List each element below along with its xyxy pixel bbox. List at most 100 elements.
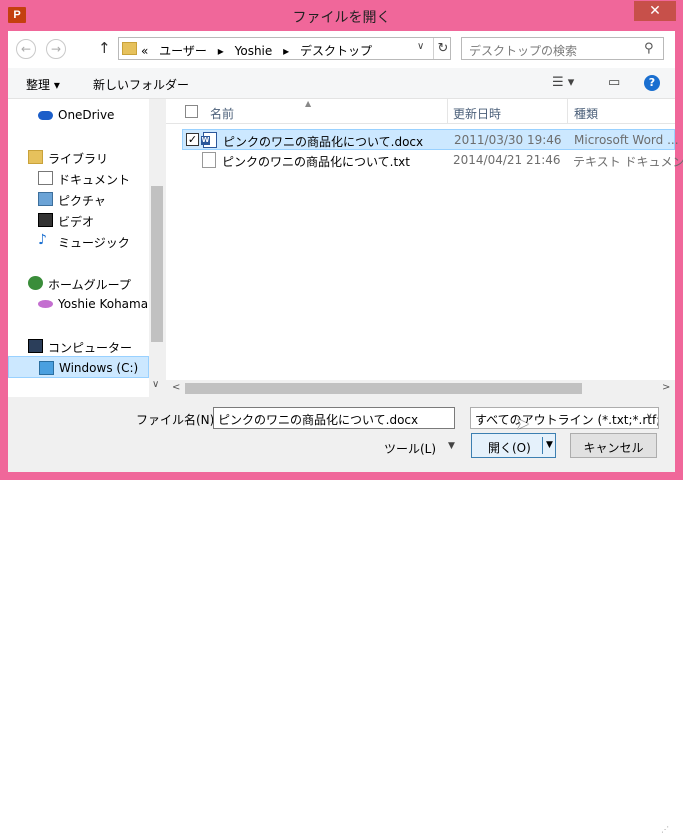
- breadcrumb-yoshie[interactable]: Yoshie: [235, 44, 273, 58]
- homegroup-icon: [28, 276, 43, 290]
- title-bar[interactable]: P ファイルを開く ✕: [0, 0, 683, 31]
- picture-icon: [38, 192, 53, 206]
- breadcrumb-separator[interactable]: ▸: [218, 44, 224, 58]
- preview-pane-icon[interactable]: ▭: [608, 75, 620, 90]
- close-button[interactable]: ✕: [634, 1, 676, 21]
- scroll-left-icon[interactable]: <: [172, 382, 180, 393]
- sidebar-item-label: Yoshie Kohama: [58, 297, 149, 311]
- file-date: 2011/03/30 19:46: [454, 133, 562, 147]
- column-divider[interactable]: [567, 99, 568, 124]
- scrollbar-thumb[interactable]: [185, 383, 582, 394]
- search-input[interactable]: デスクトップの検索: [469, 42, 577, 59]
- sidebar-item-label: ピクチャ: [58, 194, 106, 208]
- cloud-icon: [38, 111, 53, 120]
- sidebar-item-computer[interactable]: コンピューター: [8, 335, 149, 357]
- file-date: 2014/04/21 21:46: [453, 153, 561, 167]
- computer-icon: [28, 339, 43, 353]
- sidebar-item-user[interactable]: Yoshie Kohama: [8, 293, 149, 315]
- split-divider: [542, 437, 543, 454]
- sidebar-item-label: コンピューター: [48, 341, 133, 355]
- cancel-button-label: キャンセル: [583, 441, 644, 455]
- text-document-icon: [202, 152, 216, 168]
- column-divider[interactable]: [447, 99, 448, 124]
- help-icon[interactable]: ?: [644, 75, 660, 91]
- file-list: ▲ 名前 更新日時 種類 ✓ ピンクのワニの商品化について.docx 2011/…: [166, 99, 683, 397]
- organize-button[interactable]: 整理 ▾: [26, 76, 60, 93]
- sidebar-scrollbar[interactable]: ∨: [149, 99, 165, 397]
- refresh-button[interactable]: ↻: [433, 38, 452, 59]
- row-checkbox[interactable]: ✓: [186, 133, 199, 146]
- file-name: ピンクのワニの商品化について.docx: [223, 135, 424, 149]
- tools-button[interactable]: ツール(L): [384, 440, 436, 457]
- view-options-icon[interactable]: ☰ ▾: [552, 75, 574, 90]
- column-type[interactable]: 種類: [574, 105, 598, 122]
- sidebar-item-homegroup[interactable]: ホームグループ: [8, 272, 149, 294]
- file-open-dialog: P ファイルを開く ✕ ← → ↑ « ユーザー ▸ Yoshie ▸ デスクト…: [0, 0, 683, 834]
- open-button[interactable]: 開く(O) ▼: [471, 433, 556, 458]
- navigation-pane: OneDrive ライブラリ ドキュメント ピクチャ ビデオ ♪ ミュージック: [8, 99, 165, 397]
- resize-grip-icon[interactable]: ⋰: [661, 825, 669, 834]
- sidebar-item-music[interactable]: ♪ ミュージック: [8, 230, 149, 252]
- sidebar-item-onedrive[interactable]: OneDrive: [8, 104, 149, 126]
- dialog-body: ← → ↑ « ユーザー ▸ Yoshie ▸ デスクトップ ∨ ↻ デスクトッ…: [8, 31, 683, 834]
- library-icon: [28, 150, 43, 164]
- breadcrumb-desktop[interactable]: デスクトップ: [300, 44, 372, 58]
- sidebar-item-label: OneDrive: [58, 108, 115, 122]
- word-document-icon: [201, 132, 217, 148]
- scroll-right-icon[interactable]: >: [662, 382, 670, 393]
- sidebar-item-documents[interactable]: ドキュメント: [8, 167, 149, 189]
- column-name[interactable]: 名前: [210, 105, 234, 122]
- column-date[interactable]: 更新日時: [453, 105, 501, 122]
- sidebar-item-label: ビデオ: [58, 215, 95, 229]
- table-row[interactable]: ✓ ピンクのワニの商品化について.docx 2011/03/30 19:46 M…: [182, 129, 679, 150]
- breadcrumb-overflow[interactable]: «: [141, 44, 148, 58]
- search-box[interactable]: デスクトップの検索 ⚲: [461, 37, 664, 60]
- sidebar-item-windows-c[interactable]: Windows (C:): [8, 356, 149, 378]
- file-name: ピンクのワニの商品化について.txt: [222, 155, 410, 169]
- back-button[interactable]: ←: [16, 39, 36, 59]
- breadcrumb-separator[interactable]: ▸: [283, 44, 289, 58]
- document-icon: [38, 171, 53, 185]
- search-icon[interactable]: ⚲: [644, 41, 654, 56]
- forward-button[interactable]: →: [46, 39, 66, 59]
- address-bar[interactable]: « ユーザー ▸ Yoshie ▸ デスクトップ ∨ ↻: [118, 37, 451, 60]
- new-folder-button[interactable]: 新しいフォルダー: [93, 76, 189, 93]
- sidebar-item-label: ホームグループ: [48, 278, 131, 292]
- mouse-cursor-icon: ➤: [516, 414, 530, 433]
- user-icon: [38, 300, 53, 308]
- breadcrumb-users[interactable]: ユーザー: [159, 44, 207, 58]
- sidebar-item-library[interactable]: ライブラリ: [8, 146, 149, 168]
- filename-input[interactable]: ピンクのワニの商品化について.docx: [213, 407, 455, 429]
- filetype-select[interactable]: すべてのアウトライン (*.txt;*.rtf; ∨: [470, 407, 659, 429]
- tools-dropdown-icon[interactable]: ▼: [448, 441, 455, 451]
- horizontal-scrollbar[interactable]: < >: [166, 380, 675, 397]
- sidebar-item-pictures[interactable]: ピクチャ: [8, 188, 149, 210]
- folder-icon: [122, 42, 137, 55]
- cancel-button[interactable]: キャンセル: [570, 433, 657, 458]
- breadcrumb: « ユーザー ▸ Yoshie ▸ デスクトップ: [141, 42, 379, 59]
- sidebar-item-videos[interactable]: ビデオ: [8, 209, 149, 231]
- select-all-checkbox[interactable]: [185, 105, 198, 118]
- filetype-value: すべてのアウトライン (*.txt;*.rtf;: [475, 413, 659, 427]
- sidebar-item-label: ドキュメント: [58, 173, 131, 187]
- sidebar-item-label: ライブラリ: [48, 152, 109, 166]
- window-title: ファイルを開く: [292, 10, 391, 26]
- scrollbar-thumb[interactable]: [151, 186, 163, 342]
- address-dropdown-icon[interactable]: ∨: [417, 41, 424, 52]
- column-header: ▲ 名前 更新日時 種類: [166, 99, 675, 124]
- sidebar-item-label: Windows (C:): [59, 361, 139, 375]
- music-icon: ♪: [38, 232, 47, 248]
- chevron-down-icon: ∨: [646, 412, 653, 422]
- up-button[interactable]: ↑: [98, 39, 111, 57]
- open-button-label: 開く(O): [488, 441, 531, 455]
- filename-label: ファイル名(N):: [136, 413, 219, 427]
- drive-icon: [39, 361, 54, 375]
- file-type: テキスト ドキュメント: [573, 155, 683, 169]
- sidebar-item-label: ミュージック: [58, 236, 130, 250]
- command-bar: 整理 ▾ 新しいフォルダー ☰ ▾ ▭ ?: [8, 68, 675, 99]
- table-row[interactable]: ピンクのワニの商品化について.txt 2014/04/21 21:46 テキスト…: [182, 150, 683, 171]
- scroll-down-icon[interactable]: ∨: [152, 379, 159, 390]
- file-type: Microsoft Word ...: [574, 133, 679, 147]
- navigation-bar: ← → ↑ « ユーザー ▸ Yoshie ▸ デスクトップ ∨ ↻ デスクトッ…: [8, 31, 675, 68]
- open-dropdown-icon[interactable]: ▼: [546, 440, 553, 450]
